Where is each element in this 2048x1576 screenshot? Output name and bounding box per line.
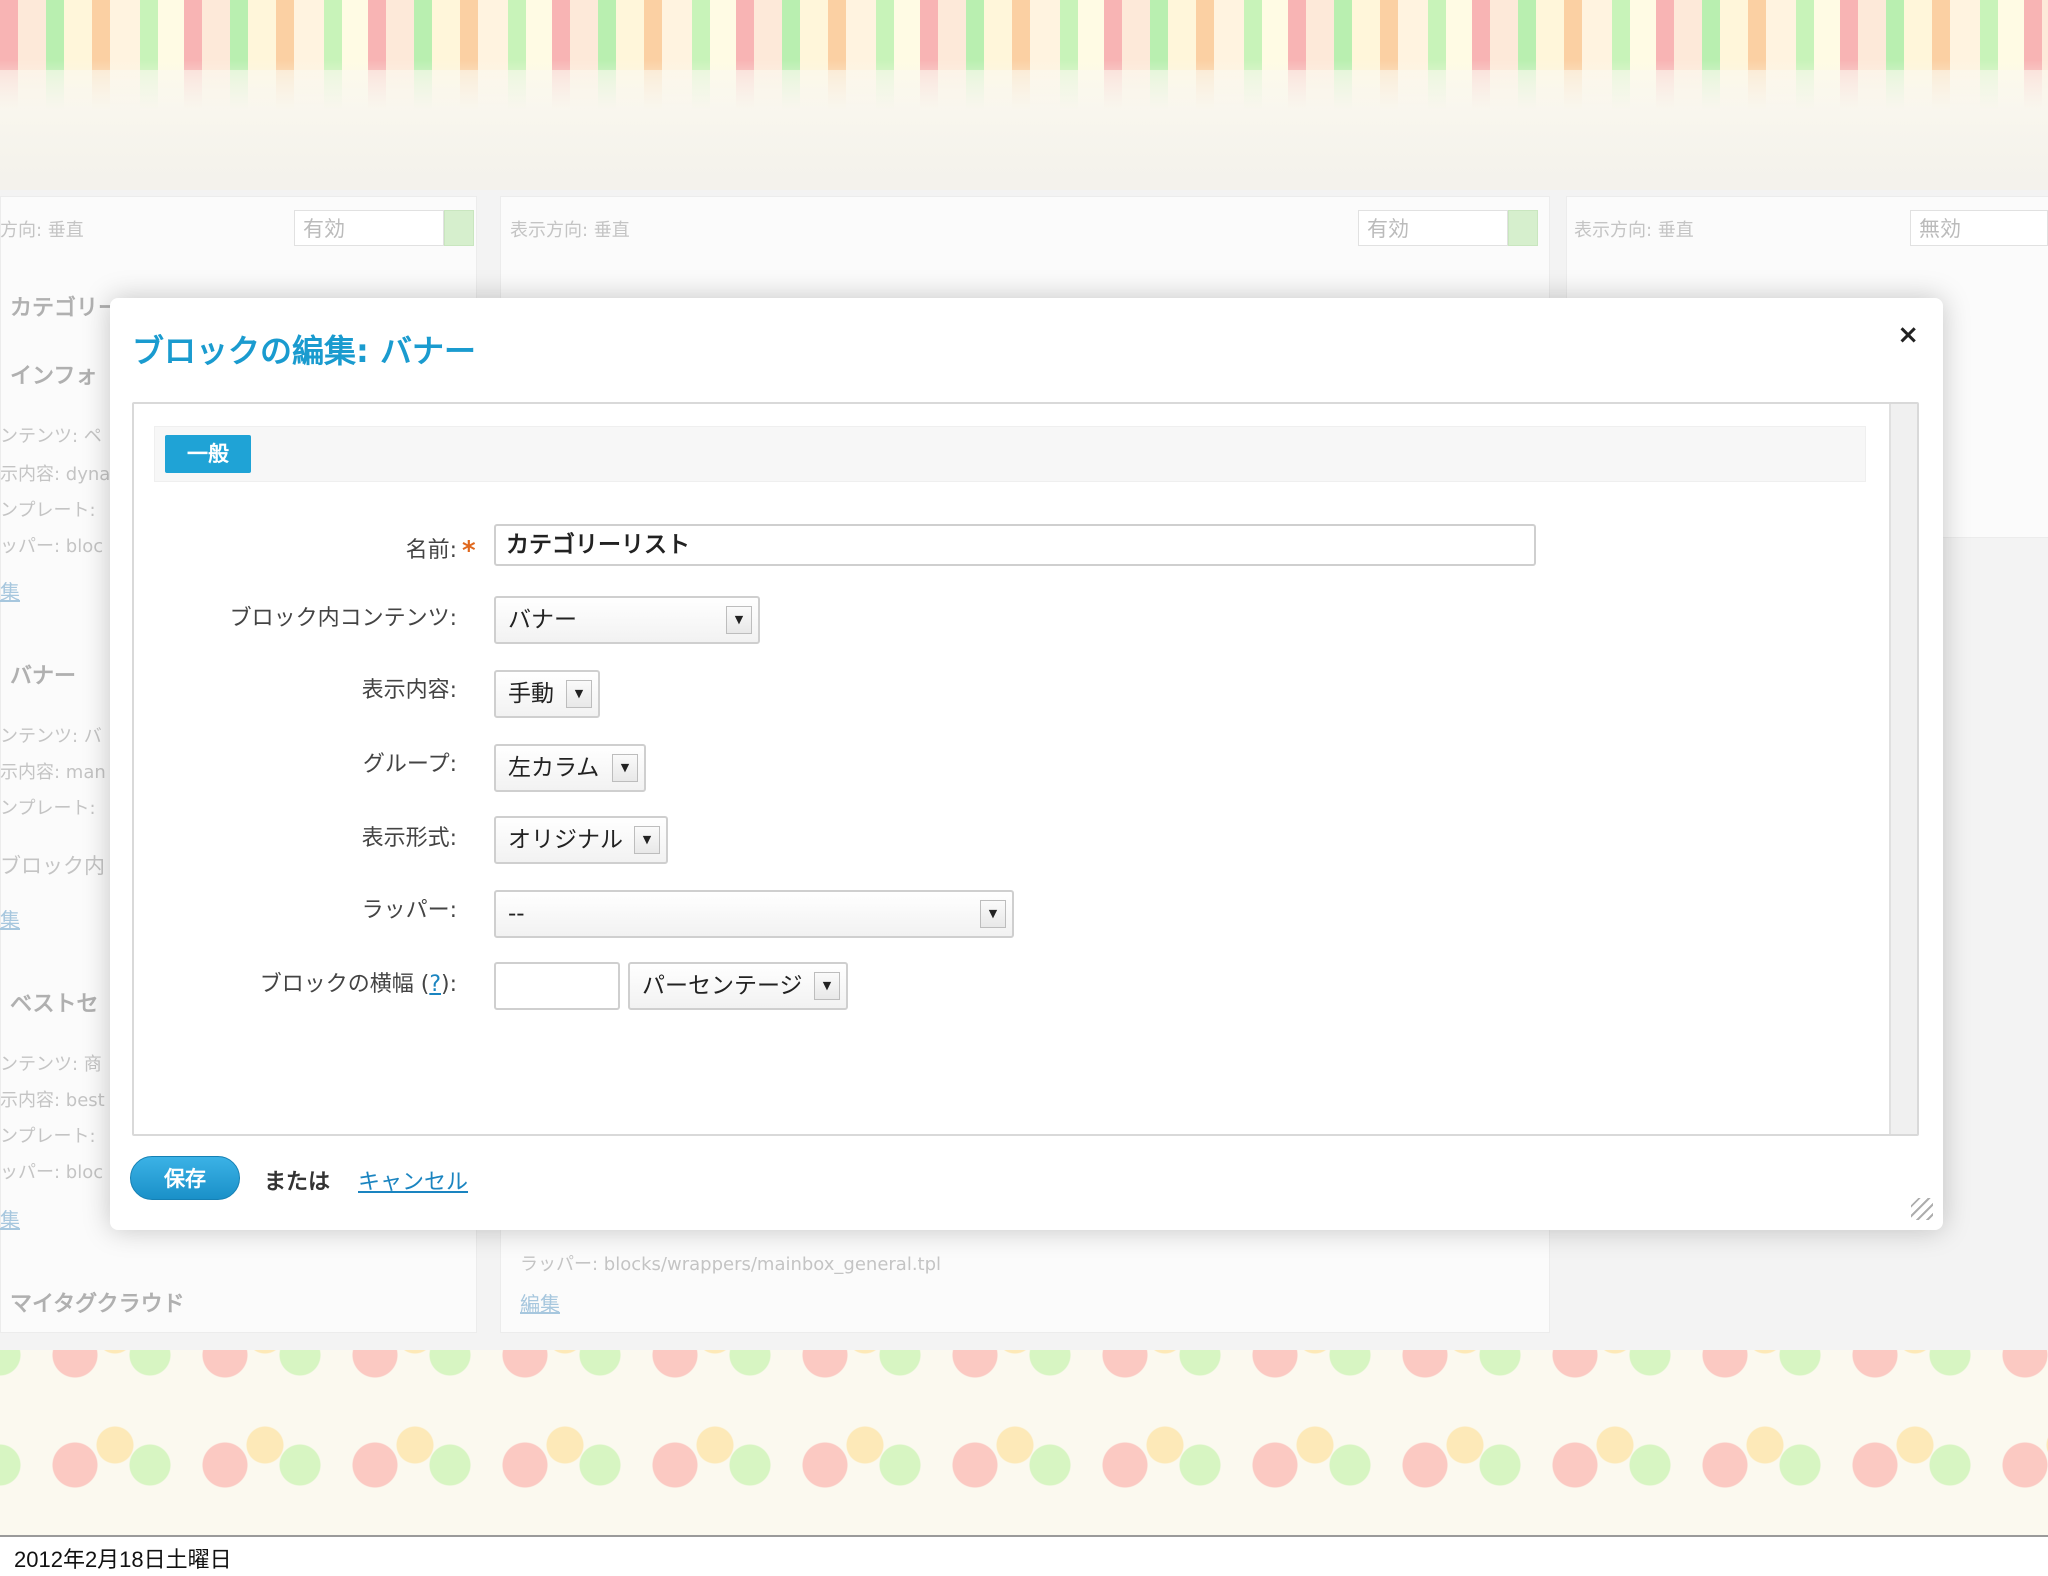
mid-wrapper-line: ラッパー: blocks/wrappers/mainbox_general.tp… <box>520 1254 942 1275</box>
name-input[interactable]: カテゴリーリスト <box>494 524 1536 566</box>
right-status-select[interactable]: 無効 <box>1910 210 2048 246</box>
bg-block-title: カテゴリー <box>10 296 121 321</box>
mid-direction-text: 表示方向: 垂直 <box>510 220 630 241</box>
dialog-title: ブロックの編集: バナー <box>132 332 476 370</box>
width-label-suffix: ): <box>441 972 457 997</box>
display-label: 表示内容: <box>361 678 457 703</box>
width-unit-value: パーセンテージ <box>642 973 803 999</box>
right-direction-text: 表示方向: 垂直 <box>1574 220 1694 241</box>
chevron-down-icon: ▼ <box>634 826 660 854</box>
width-input[interactable] <box>494 962 620 1010</box>
mid-edit-link[interactable]: 編集 <box>520 1288 560 1317</box>
chevron-down-icon: ▼ <box>566 680 592 708</box>
bg-edit-link[interactable]: 集 <box>0 1204 20 1233</box>
left-refresh-button[interactable] <box>444 210 474 246</box>
bg-line: 示内容: dyna <box>0 464 111 485</box>
bg-line: ンテンツ: 商 <box>0 1054 102 1075</box>
chevron-down-icon: ▼ <box>726 606 752 634</box>
bg-edit-link[interactable]: 集 <box>0 904 20 933</box>
bg-line: ブロック内 <box>0 854 105 878</box>
group-label: グループ: <box>362 752 457 777</box>
content-select[interactable]: バナー ▼ <box>494 596 760 644</box>
chevron-down-icon: ▼ <box>980 900 1006 928</box>
display-select[interactable]: 手動 ▼ <box>494 670 600 718</box>
display-select-value: 手動 <box>508 681 554 707</box>
scrollbar[interactable] <box>1889 404 1917 1134</box>
close-icon[interactable]: × <box>1897 320 1919 350</box>
bg-block-title: インフォ <box>10 364 98 389</box>
save-button[interactable]: 保存 <box>130 1156 240 1200</box>
dialog-content: 一般 名前: * カテゴリーリスト ブロック内コンテンツ: バナー ▼ 表示内容… <box>132 402 1919 1136</box>
bg-line: ンテンツ: ペ <box>0 426 102 447</box>
bg-line: 示内容: best <box>0 1090 105 1111</box>
bg-line: ッパー: bloc <box>0 536 104 557</box>
group-select[interactable]: 左カラム ▼ <box>494 744 646 792</box>
width-label: ブロックの横幅 (?): <box>260 966 457 998</box>
or-text: または <box>264 1170 331 1195</box>
bg-line: ンプレート: <box>0 798 96 819</box>
mid-refresh-button[interactable] <box>1508 210 1538 246</box>
chevron-down-icon: ▼ <box>612 754 638 782</box>
mid-status-select[interactable]: 有効 <box>1358 210 1508 246</box>
tab-bar: 一般 <box>154 426 1866 482</box>
bg-edit-link[interactable]: 集 <box>0 576 20 605</box>
width-unit-select[interactable]: パーセンテージ ▼ <box>628 962 848 1010</box>
bg-line: ンテンツ: バ <box>0 726 102 747</box>
left-status-select[interactable]: 有効 <box>294 210 444 246</box>
format-label: 表示形式: <box>361 826 457 851</box>
format-select[interactable]: オリジナル ▼ <box>494 816 668 864</box>
wrapper-select[interactable]: -- ▼ <box>494 890 1014 938</box>
wrapper-select-value: -- <box>508 901 525 927</box>
chevron-down-icon: ▼ <box>814 972 840 1000</box>
name-label: 名前: <box>405 538 457 563</box>
edit-block-dialog: ブロックの編集: バナー × 一般 名前: * カテゴリーリスト ブロック内コン… <box>110 298 1943 1230</box>
bg-block-title: バナー <box>10 664 77 689</box>
required-asterisk: * <box>462 536 476 566</box>
resize-handle-icon[interactable] <box>1911 1198 1933 1220</box>
decorative-dots <box>0 1350 2048 1535</box>
format-select-value: オリジナル <box>508 827 623 853</box>
bg-block-title: マイタグクラウド <box>10 1292 185 1317</box>
width-label-text: ブロックの横幅 ( <box>259 972 430 997</box>
content-label: ブロック内コンテンツ: <box>229 606 457 631</box>
width-help-link[interactable]: ? <box>429 972 441 997</box>
bg-block-title: ベストセ <box>10 992 99 1017</box>
bg-line: 示内容: man <box>0 762 106 783</box>
group-select-value: 左カラム <box>508 755 600 781</box>
content-select-value: バナー <box>508 607 577 633</box>
slide-screenshot: 方向: 垂直 有効 表示方向: 垂直 有効 表示方向: 垂直 無効 カテゴリー … <box>0 0 2048 1537</box>
stripes-fade <box>0 70 2048 190</box>
slide-date-caption: 2012年2月18日土曜日 <box>14 1547 232 1572</box>
wrapper-label: ラッパー: <box>361 898 457 923</box>
bg-line: ンプレート: <box>0 1126 96 1147</box>
bg-line: ッパー: bloc <box>0 1162 104 1183</box>
bg-line: ンプレート: <box>0 500 96 521</box>
left-direction-text: 方向: 垂直 <box>0 220 84 241</box>
tab-general[interactable]: 一般 <box>165 435 251 473</box>
cancel-link[interactable]: キャンセル <box>358 1164 468 1196</box>
